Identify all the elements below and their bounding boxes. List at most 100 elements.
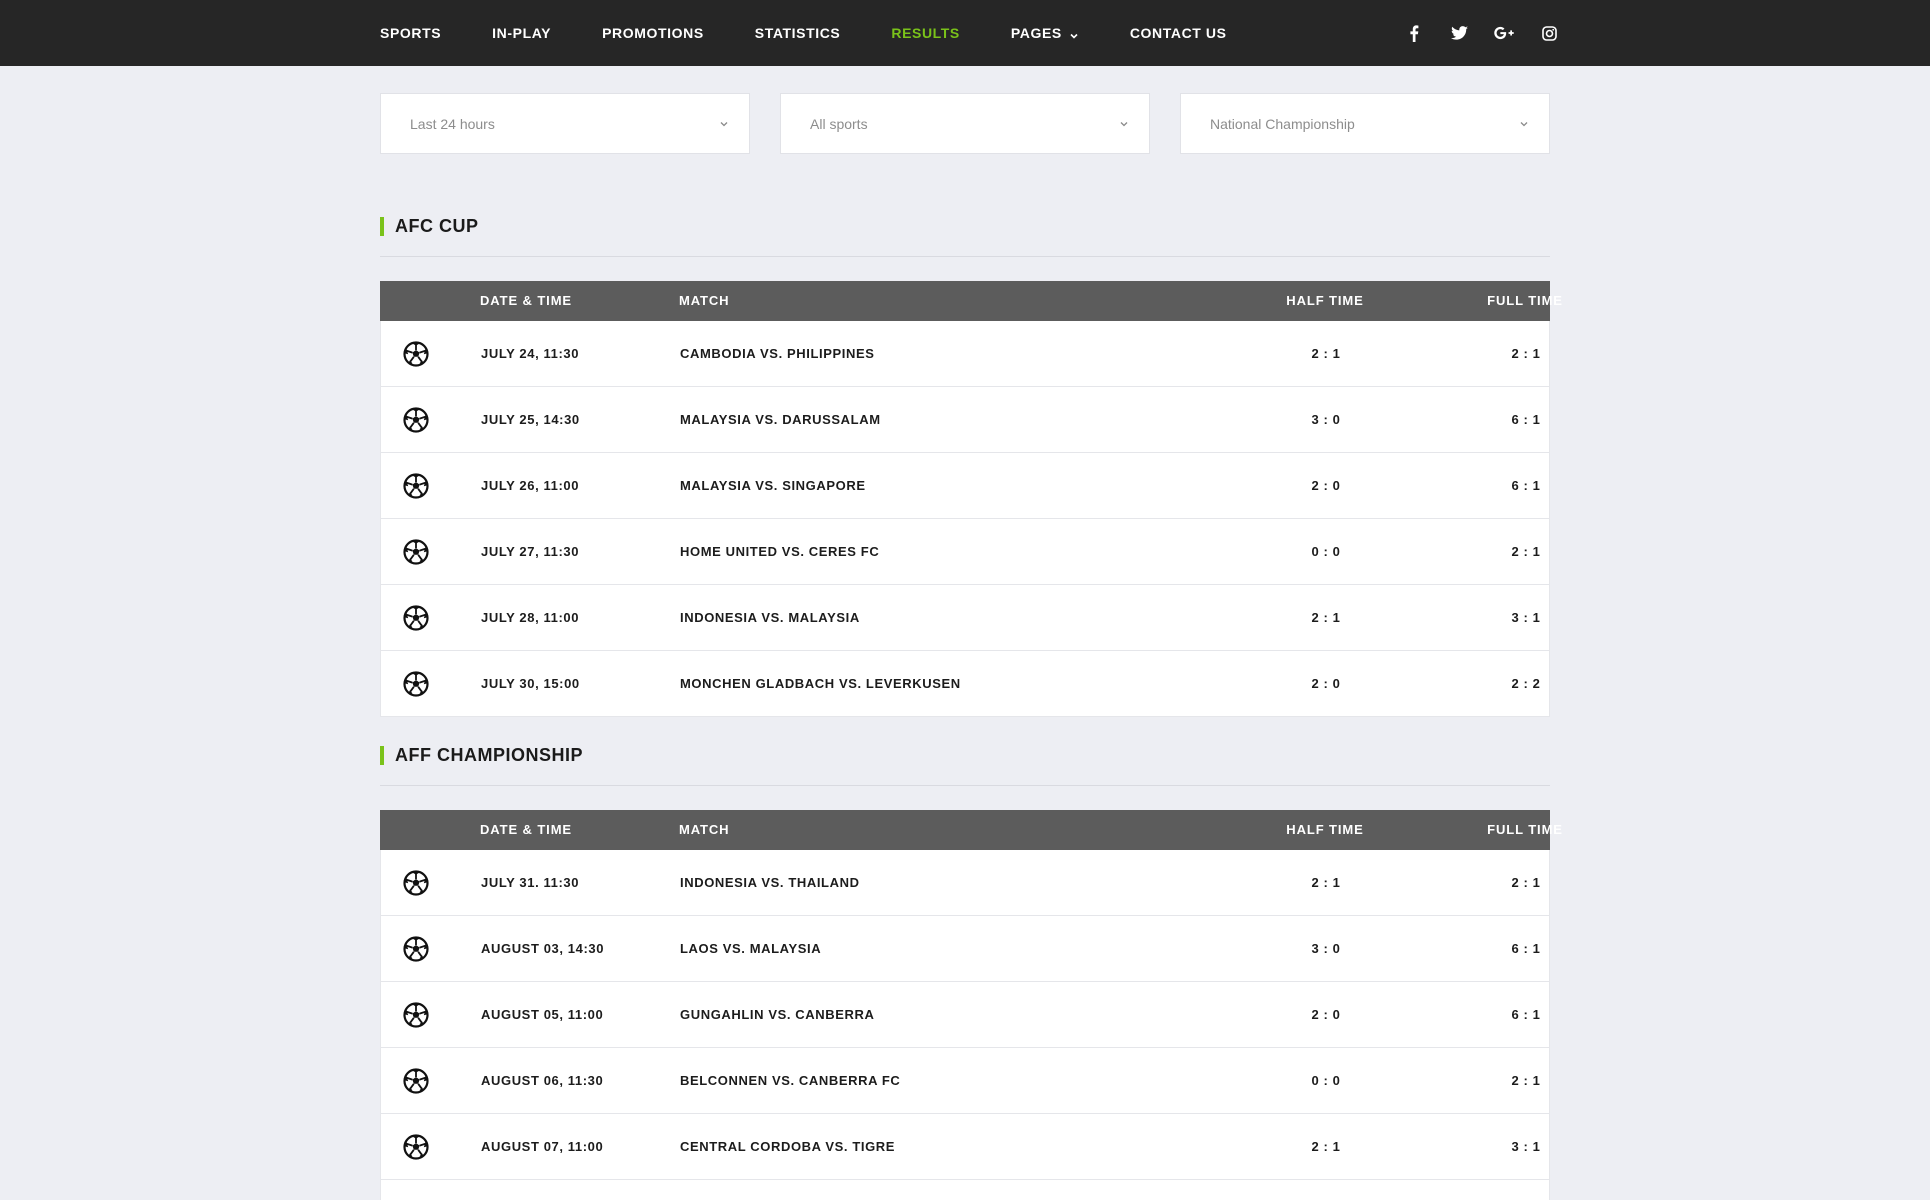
match-date-time: JULY 28, 11:00 xyxy=(481,610,580,625)
full-time-score: 6 : 1 xyxy=(1511,478,1541,493)
nav-item-statistics[interactable]: STATISTICS xyxy=(755,25,841,41)
header-match: MATCH xyxy=(679,822,730,837)
nav-label: SPORTS xyxy=(380,25,442,41)
facebook-icon[interactable] xyxy=(1404,23,1424,43)
nav-label: IN-PLAY xyxy=(492,25,552,41)
match-date-time: JULY 31. 11:30 xyxy=(481,875,580,890)
table-row[interactable] xyxy=(380,1180,1550,1200)
nav-label: RESULTS xyxy=(891,25,960,41)
nav-item-promotions[interactable]: PROMOTIONS xyxy=(602,25,704,41)
soccer-ball-icon xyxy=(403,1068,429,1094)
half-time-score: 0 : 0 xyxy=(1311,1073,1341,1088)
match-name: CENTRAL CORDOBA VS. TIGRE xyxy=(680,1139,896,1154)
nav-item-results[interactable]: RESULTS xyxy=(891,25,960,41)
nav-item-pages[interactable]: PAGES xyxy=(1011,25,1079,41)
results-table: DATE & TIME MATCH HALF TIME FULL TIME JU… xyxy=(380,281,1562,717)
championship-select[interactable]: National Championship xyxy=(1180,93,1550,154)
sport-select[interactable]: All sports xyxy=(780,93,1150,154)
social-links xyxy=(1404,0,1584,66)
nav-label: CONTACT US xyxy=(1129,25,1227,41)
match-date-time: JULY 25, 14:30 xyxy=(481,412,580,427)
table-row[interactable]: JULY 24, 11:30 CAMBODIA VS. PHILIPPINES 2 … xyxy=(380,321,1550,387)
match-date-time: AUGUST 07, 11:00 xyxy=(481,1139,604,1154)
section-divider xyxy=(380,256,1550,257)
championship-select-value: National Championship xyxy=(1210,115,1355,132)
match-name: INDONESIA VS. THAILAND xyxy=(680,875,860,890)
match-date-time: AUGUST 03, 14:30 xyxy=(481,941,605,956)
half-time-score: 2 : 1 xyxy=(1311,875,1341,890)
table-row[interactable]: AUGUST 03, 14:30 LAOS VS. MALAYSIA 3 : 0 6 … xyxy=(380,916,1550,982)
half-time-score: 2 : 0 xyxy=(1311,676,1341,691)
soccer-ball-icon xyxy=(403,539,429,565)
nav-item-contact-us[interactable]: CONTACT US xyxy=(1130,25,1227,41)
half-time-score: 2 : 1 xyxy=(1311,1139,1341,1154)
table-row[interactable]: AUGUST 06, 11:30 BELCONNEN VS. CANBERRA F… xyxy=(380,1048,1550,1114)
soccer-ball-icon xyxy=(403,473,429,499)
table-row[interactable]: JULY 28, 11:00 INDONESIA VS. MALAYSIA 2 : … xyxy=(380,585,1550,651)
half-time-score: 3 : 0 xyxy=(1311,941,1341,956)
top-navigation-bar: SPORTS IN-PLAY PROMOTIONS STATISTICS RES… xyxy=(0,0,1930,66)
period-select-value: Last 24 hours xyxy=(410,115,495,132)
chevron-down-icon xyxy=(1519,115,1529,133)
table-row[interactable]: AUGUST 05, 11:00 GUNGAHLIN VS. CANBERRA 2 … xyxy=(380,982,1550,1048)
twitter-icon[interactable] xyxy=(1449,23,1469,43)
full-time-score: 2 : 2 xyxy=(1511,676,1541,691)
soccer-ball-icon xyxy=(403,1134,429,1160)
soccer-ball-icon xyxy=(403,1002,429,1028)
soccer-ball-icon xyxy=(403,870,429,896)
sport-select-value: All sports xyxy=(810,115,868,132)
full-time-score: 2 : 1 xyxy=(1511,346,1541,361)
match-name: GUNGAHLIN VS. CANBERRA xyxy=(680,1007,875,1022)
half-time-score: 0 : 0 xyxy=(1311,544,1341,559)
chevron-down-icon xyxy=(1069,28,1079,39)
nav-item-sports[interactable]: SPORTS xyxy=(380,25,441,41)
nav-label: PROMOTIONS xyxy=(602,25,704,41)
half-time-score: 2 : 0 xyxy=(1311,478,1341,493)
full-time-score: 2 : 1 xyxy=(1511,544,1541,559)
period-select[interactable]: Last 24 hours xyxy=(380,93,750,154)
match-date-time: JULY 27, 11:30 xyxy=(481,544,580,559)
header-date-time: DATE & TIME xyxy=(480,822,572,837)
full-time-score: 6 : 1 xyxy=(1511,941,1541,956)
table-header: DATE & TIME MATCH HALF TIME FULL TIME xyxy=(380,281,1562,321)
header-match: MATCH xyxy=(679,293,730,308)
match-name: MALAYSIA VS. SINGAPORE xyxy=(680,478,866,493)
table-row[interactable]: JULY 31. 11:30 INDONESIA VS. THAILAND 2 : … xyxy=(380,850,1550,916)
match-name: BELCONNEN VS. CANBERRA FC xyxy=(680,1073,901,1088)
google-plus-icon[interactable] xyxy=(1494,23,1514,43)
nav-item-in-play[interactable]: IN-PLAY xyxy=(492,25,551,41)
match-date-time: JULY 26, 11:00 xyxy=(481,478,580,493)
match-date-time: JULY 30, 15:00 xyxy=(481,676,580,691)
table-row[interactable]: AUGUST 07, 11:00 CENTRAL CORDOBA VS. TIGR… xyxy=(380,1114,1550,1180)
soccer-ball-icon xyxy=(403,605,429,631)
table-row[interactable]: JULY 25, 14:30 MALAYSIA VS. DARUSSALAM 3 :… xyxy=(380,387,1550,453)
nav-label: PAGES xyxy=(1010,25,1062,41)
chevron-down-icon xyxy=(1119,115,1129,133)
chevron-down-icon xyxy=(719,115,729,133)
main-nav: SPORTS IN-PLAY PROMOTIONS STATISTICS RES… xyxy=(380,0,1278,66)
section-title: AFC CUP xyxy=(380,212,1550,240)
full-time-score: 2 : 1 xyxy=(1511,875,1541,890)
table-row[interactable]: JULY 27, 11:30 HOME UNITED VS. CERES FC 0 … xyxy=(380,519,1550,585)
header-full-time: FULL TIME xyxy=(1487,822,1563,837)
header-half-time: HALF TIME xyxy=(1286,293,1364,308)
full-time-score: 3 : 1 xyxy=(1511,1139,1541,1154)
results-section-aff-championship: AFF CHAMPIONSHIP DATE & TIME MATCH HALF … xyxy=(380,741,1562,1200)
half-time-score: 2 : 0 xyxy=(1311,1007,1341,1022)
table-row[interactable]: JULY 26, 11:00 MALAYSIA VS. SINGAPORE 2 : … xyxy=(380,453,1550,519)
match-name: HOME UNITED VS. CERES FC xyxy=(680,544,880,559)
results-table: DATE & TIME MATCH HALF TIME FULL TIME JU… xyxy=(380,810,1562,1200)
full-time-score: 6 : 1 xyxy=(1511,412,1541,427)
half-time-score: 2 : 1 xyxy=(1311,610,1341,625)
full-time-score: 3 : 1 xyxy=(1511,610,1541,625)
table-row[interactable]: JULY 30, 15:00 MONCHEN GLADBACH VS. LEVER… xyxy=(380,651,1550,717)
table-body: JULY 31. 11:30 INDONESIA VS. THAILAND 2 : … xyxy=(380,850,1550,1200)
half-time-score: 3 : 0 xyxy=(1311,412,1341,427)
instagram-icon[interactable] xyxy=(1539,23,1559,43)
match-date-time: AUGUST 05, 11:00 xyxy=(481,1007,604,1022)
soccer-ball-icon xyxy=(403,936,429,962)
soccer-ball-icon xyxy=(403,407,429,433)
full-time-score: 6 : 1 xyxy=(1511,1007,1541,1022)
half-time-score: 2 : 1 xyxy=(1311,346,1341,361)
nav-label: STATISTICS xyxy=(754,25,841,41)
